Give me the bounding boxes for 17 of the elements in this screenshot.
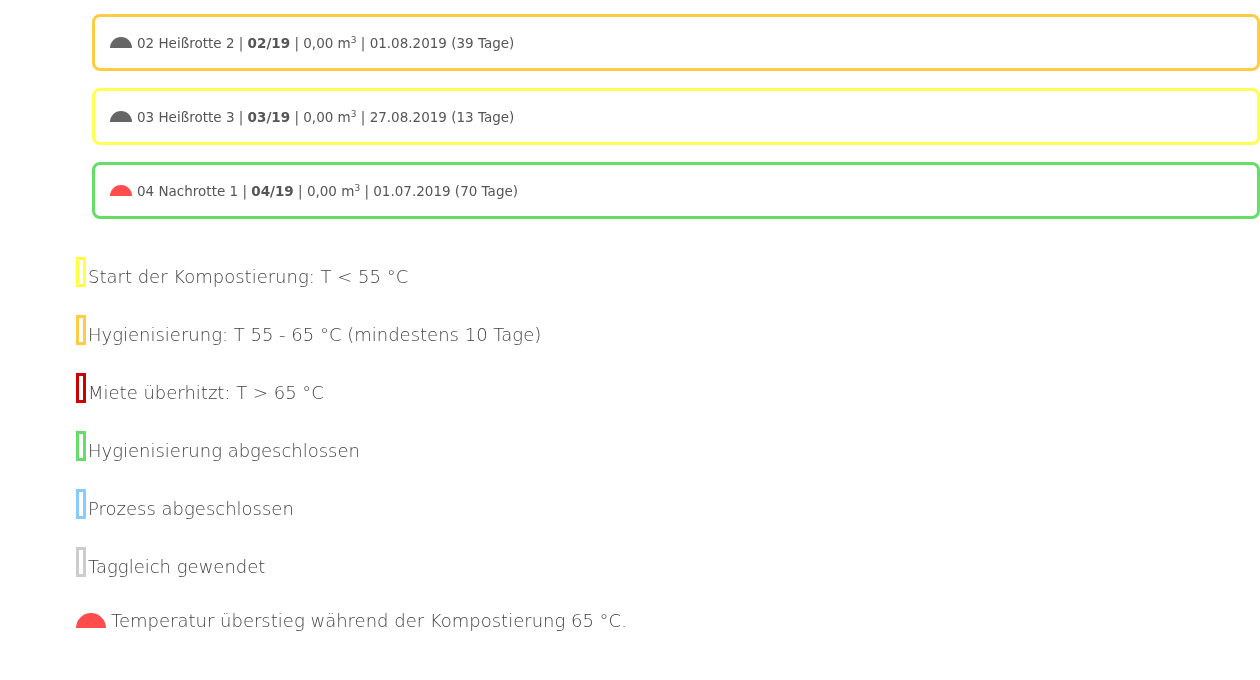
legend-label: Temperatur überstieg während der Kompostierung 65 °C. (111, 609, 627, 632)
pile-info: 03 Heißrotte 3 | 03/19 | 0,00 m$^{3}$ | 27.08.2019 (13 Tage) (137, 108, 515, 125)
heap-icon (110, 185, 132, 196)
heap-icon (110, 37, 132, 48)
legend-label: Hygienisierung: T 55 - 65 °C (mindestens 10 Tage) (88, 324, 542, 346)
legend-label: Prozess abgeschlossen (88, 498, 294, 520)
legend-label: Start der Kompostierung: T < 55 °C (88, 266, 409, 288)
pile-info: 04 Nachrotte 1 | 04/19 | 0,00 m$^{3}$ | 01.07.2019 (70 Tage) (137, 182, 519, 199)
heap-icon (110, 111, 132, 122)
legend-label: Hygienisierung abgeschlossen (88, 440, 360, 462)
pile-card[interactable]: 03 Heißrotte 3 | 03/19 | 0,00 m$^{3}$ | 27.08.2019 (13 Tage) (92, 88, 1260, 145)
pile-info: 02 Heißrotte 2 | 02/19 | 0,00 m$^{3}$ | 01.08.2019 (39 Tage) (137, 34, 515, 51)
pile-card[interactable]: 02 Heißrotte 2 | 02/19 | 0,00 m$^{3}$ | 01.08.2019 (39 Tage) (92, 14, 1260, 71)
pile-card[interactable]: 04 Nachrotte 1 | 04/19 | 0,00 m$^{3}$ | 01.07.2019 (70 Tage) (92, 162, 1260, 219)
heap-icon (76, 613, 106, 628)
legend-label: Miete überhitzt: T > 65 °C (88, 382, 324, 404)
legend-label: Taggleich gewendet (88, 556, 266, 578)
